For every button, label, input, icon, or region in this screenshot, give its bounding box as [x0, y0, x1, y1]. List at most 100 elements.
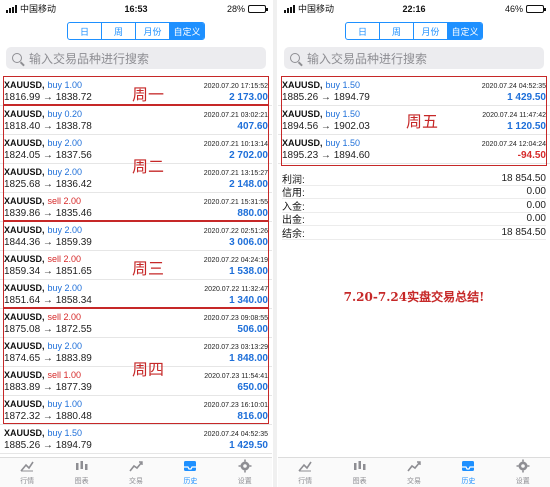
trade-row[interactable]: XAUUSD, buy 2.00 2020.07.22 02:51:26 1844.3… [0, 222, 272, 251]
trade-profit: 2 173.00 [229, 91, 268, 103]
trade-side-volume: sell 2.00 [47, 196, 82, 206]
history-icon [460, 459, 476, 476]
trade-side-volume: buy 1.50 [325, 80, 361, 90]
summary-label: 结余: [282, 228, 305, 240]
segment-day[interactable]: 日 [346, 23, 380, 39]
status-time: 22:16 [402, 3, 426, 14]
trade-profit: 1 429.50 [229, 439, 268, 451]
trade-profit: 3 006.00 [229, 236, 268, 248]
tab-quotes[interactable]: 行情 [0, 458, 54, 487]
segment-month[interactable]: 月份 [414, 23, 448, 39]
trade-side-volume: buy 1.50 [325, 138, 361, 148]
segment-custom[interactable]: 自定义 [448, 23, 482, 39]
trade-row[interactable]: XAUUSD, buy 2.00 2020.07.22 11:32:47 1851.6… [0, 280, 272, 309]
carrier-name: 中国移动 [298, 4, 335, 14]
summary-value: 0.00 [526, 186, 546, 198]
tab-chart[interactable]: 图表 [333, 458, 387, 487]
summary-row: 利润: 18 854.50 [282, 172, 546, 186]
trade-profit: 506.00 [237, 323, 268, 335]
trade-prices: 1883.89 → 1877.39 [4, 381, 92, 393]
trade-row[interactable]: XAUUSD, buy 1.50 2020.07.24 12:04:24 1895.2… [278, 135, 550, 164]
trade-close-time: 2020.07.24 04:52:35 [481, 83, 546, 90]
tab-settings[interactable]: 设置 [496, 458, 550, 487]
summary-value: 18 854.50 [501, 172, 547, 184]
tab-trade[interactable]: 交易 [109, 458, 163, 487]
settings-icon [515, 459, 531, 476]
tab-trade[interactable]: 交易 [387, 458, 441, 487]
trade-profit: 407.60 [237, 120, 268, 132]
trade-close-time: 2020.07.24 04:52:35 [203, 431, 268, 438]
trade-row[interactable]: XAUUSD, buy 1.00 2020.07.23 16:10:01 1872.3… [0, 396, 272, 425]
summary-row: 结余: 18 854.50 [282, 226, 546, 240]
tab-history[interactable]: 历史 [163, 458, 217, 487]
trade-prices: 1872.32 → 1880.48 [4, 410, 92, 422]
search-icon [12, 53, 22, 63]
search-bar[interactable]: 输入交易品种进行搜索 [6, 47, 266, 69]
trade-close-time: 2020.07.24 12:04:24 [481, 141, 546, 148]
trade-close-time: 2020.07.21 15:31:55 [203, 199, 268, 206]
battery-icon [526, 4, 546, 13]
trade-side-volume: buy 2.00 [47, 138, 83, 148]
trade-profit: 2 702.00 [229, 149, 268, 161]
tab-settings[interactable]: 设置 [218, 458, 272, 487]
trade-row[interactable]: XAUUSD, buy 1.50 2020.07.24 04:52:35 1885.2… [0, 425, 272, 454]
trade-symbol: XAUUSD, [4, 399, 45, 409]
bottom-tab-bar: 行情 图表 交易 历史 设置 [0, 457, 272, 487]
tab-label: 历史 [183, 478, 198, 485]
segment-day[interactable]: 日 [68, 23, 102, 39]
tab-history[interactable]: 历史 [441, 458, 495, 487]
tab-label: 图表 [352, 478, 367, 485]
trade-prices: 1816.99 → 1838.72 [4, 91, 92, 103]
trade-close-time: 2020.07.23 03:13:29 [203, 344, 268, 351]
trade-symbol: XAUUSD, [4, 283, 45, 293]
tab-quotes[interactable]: 行情 [278, 458, 332, 487]
status-bar: 中国移动 16:53 28% [0, 0, 272, 17]
period-segmented-control: 日周月份 自定义 [345, 22, 483, 40]
panel-divider [273, 0, 277, 487]
trade-side-volume: sell 1.00 [47, 370, 82, 380]
trade-side-volume: buy 1.00 [47, 399, 83, 409]
conclusion-annotation: 7.20-7.24实盘交易总结! [343, 290, 485, 304]
tab-label: 设置 [515, 478, 530, 485]
week-label: 周三 [132, 258, 165, 278]
trade-close-time: 2020.07.24 11:47:42 [482, 112, 546, 119]
tab-label: 交易 [406, 478, 421, 485]
tab-chart[interactable]: 图表 [55, 458, 109, 487]
segment-month[interactable]: 月份 [136, 23, 170, 39]
trade-row[interactable]: XAUUSD, sell 2.00 2020.07.23 09:08:55 1875.… [0, 309, 272, 338]
search-bar[interactable]: 输入交易品种进行搜索 [284, 47, 544, 69]
trade-side-volume: sell 2.00 [47, 312, 82, 322]
trade-prices: 1844.36 → 1859.39 [4, 236, 92, 248]
trade-profit: 2 148.00 [229, 178, 268, 190]
trade-prices: 1859.34 → 1851.65 [4, 265, 92, 277]
trade-close-time: 2020.07.22 02:51:26 [203, 228, 268, 235]
summary-value: 18 854.50 [501, 226, 547, 238]
trade-close-time: 2020.07.20 17:15:52 [203, 83, 268, 90]
trade-row[interactable]: XAUUSD, buy 0.20 2020.07.21 03:02:21 1818.4… [0, 106, 272, 135]
battery-percent: 46% [504, 3, 523, 14]
trade-profit: 1 848.00 [229, 352, 268, 364]
trade-prices: 1895.23 → 1894.60 [282, 149, 370, 161]
trade-symbol: XAUUSD, [4, 109, 45, 119]
trade-symbol: XAUUSD, [282, 109, 323, 119]
trade-profit: 1 538.00 [229, 265, 268, 277]
settings-icon [237, 459, 253, 476]
segment-week[interactable]: 周 [102, 23, 136, 39]
trade-side-volume: buy 2.00 [47, 167, 83, 177]
segment-week[interactable]: 周 [380, 23, 414, 39]
trade-side-volume: buy 2.00 [47, 341, 83, 351]
signal-icon [6, 4, 17, 13]
trade-close-time: 2020.07.23 09:08:55 [203, 315, 268, 322]
week-label: 周五 [406, 112, 439, 131]
trade-prices: 1818.40 → 1838.78 [4, 120, 92, 132]
trade-row[interactable]: XAUUSD, sell 2.00 2020.07.21 15:31:55 1839.… [0, 193, 272, 222]
trade-close-time: 2020.07.22 11:32:47 [204, 286, 268, 293]
segment-custom[interactable]: 自定义 [170, 23, 204, 39]
trade-symbol: XAUUSD, [4, 254, 45, 264]
trade-row[interactable]: XAUUSD, buy 1.50 2020.07.24 04:52:35 1885.2… [278, 77, 550, 106]
trade-close-time: 2020.07.23 16:10:01 [203, 402, 268, 409]
summary-value: 0.00 [526, 213, 546, 225]
trade-prices: 1824.05 → 1837.56 [4, 149, 92, 161]
trade-symbol: XAUUSD, [4, 196, 45, 206]
week-label: 周二 [132, 157, 165, 176]
